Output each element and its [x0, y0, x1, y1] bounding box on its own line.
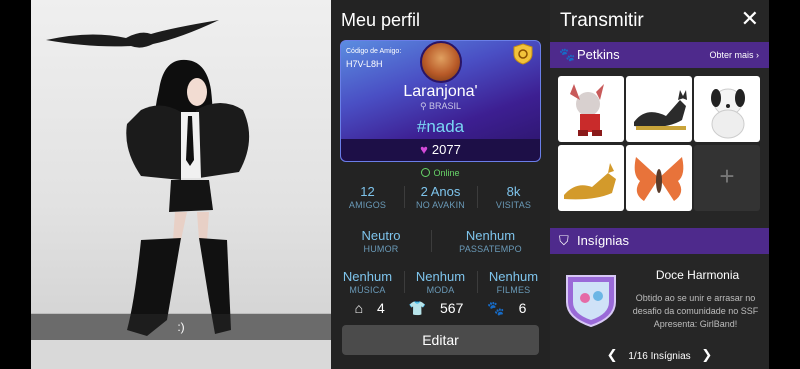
profile-card: Código de Amigo: H7V-L8H Laranjona' ⚲ BR…: [340, 40, 541, 162]
badge-description: Obtido ao se unir e arrasar no desafio d…: [632, 293, 759, 329]
bat-petkin-icon: [570, 84, 604, 136]
likes-count: 2077: [431, 142, 461, 157]
status-text: Online: [433, 168, 460, 178]
home-count-value: 4: [376, 300, 385, 316]
stat-hobby: Nenhum PASSATEMPO: [431, 228, 550, 254]
avatar[interactable]: [420, 41, 462, 83]
outfit-count-value: 567: [440, 300, 464, 316]
house-icon: ⌂: [354, 300, 364, 316]
stat-value: 12: [360, 184, 375, 199]
get-more-link[interactable]: Obter mais ›: [709, 42, 759, 68]
stat-label: VISITAS: [495, 200, 532, 210]
stat-label: NO AVAKIN: [416, 200, 465, 210]
bottom-strip: [31, 340, 331, 369]
add-petkin-slot[interactable]: +: [694, 145, 760, 211]
shield-icon: ⛉: [559, 233, 569, 248]
shirt-icon: 👕: [408, 300, 427, 316]
pager-text: 1/16 Insígnias: [628, 351, 691, 362]
stat-value: Nenhum: [342, 269, 393, 284]
petkins-header: 🐾 Petkins Obter mais ›: [550, 42, 769, 68]
stat-value: Nenhum: [465, 228, 516, 243]
chevron-right-icon: ›: [756, 50, 759, 60]
transmit-title: Transmitir: [560, 10, 644, 31]
petkin-slot[interactable]: [694, 76, 760, 142]
profile-panel: Meu perfil Código de Amigo: H7V-L8H Lara…: [331, 0, 550, 369]
stat-value: 8k: [506, 184, 521, 199]
get-more-label: Obter mais: [709, 50, 754, 60]
stat-movies: Nenhum FILMES: [477, 269, 550, 295]
insignias-label: Insígnias: [577, 233, 630, 248]
shield-badge-icon[interactable]: [512, 43, 534, 65]
stat-visits: 8k VISITAS: [477, 184, 550, 210]
stat-music: Nenhum MÚSICA: [331, 269, 404, 295]
black-cat-petkin-icon: [634, 90, 687, 130]
stat-label: HUMOR: [363, 244, 399, 254]
petkin-slot[interactable]: [558, 76, 624, 142]
stat-label: PASSATEMPO: [459, 244, 522, 254]
friend-code[interactable]: H7V-L8H: [346, 59, 383, 69]
hashtag: #nada: [416, 117, 465, 136]
paw-icon: 🐾: [559, 47, 576, 62]
counts-row: ⌂ 4 👕 567 🐾 6: [331, 300, 550, 317]
petkin-slot[interactable]: [626, 76, 692, 142]
home-count[interactable]: ⌂ 4: [350, 300, 390, 316]
gold-cat-petkin-icon: [564, 163, 616, 200]
stat-value: Nenhum: [415, 269, 466, 284]
paw-icon: 🐾: [487, 300, 505, 316]
stat-friends[interactable]: 12 AMIGOS: [331, 184, 404, 210]
pet-count[interactable]: 🐾 6: [482, 300, 531, 316]
petkin-slot[interactable]: [626, 145, 692, 211]
badge-medal-icon[interactable]: [561, 268, 621, 328]
petkins-label: Petkins: [577, 47, 620, 62]
stat-mood: Neutro HUMOR: [331, 228, 431, 254]
chevron-left-icon[interactable]: ❮: [607, 347, 618, 362]
stat-value: Nenhum: [488, 269, 539, 284]
profile-title: Meu perfil: [341, 10, 421, 30]
transmit-panel: Transmitir ✕ 🐾 Petkins Obter mais › + ⛉ …: [550, 0, 769, 369]
stat-years: 2 Anos NO AVAKIN: [404, 184, 477, 210]
avatar-viewport[interactable]: :): [31, 0, 331, 369]
petkin-slot[interactable]: [558, 145, 624, 211]
pet-count-value: 6: [518, 300, 527, 316]
close-icon[interactable]: ✕: [741, 6, 759, 32]
country-label: ⚲ BRASIL: [341, 101, 540, 112]
plus-icon: +: [719, 161, 735, 191]
chevron-right-icon[interactable]: ❯: [701, 347, 712, 362]
stat-label: FILMES: [496, 285, 531, 295]
badge-title: Doce Harmonia: [655, 268, 740, 282]
country: BRASIL: [429, 101, 462, 111]
likes-bar: ♥ 2077: [341, 139, 540, 161]
stat-label: AMIGOS: [348, 200, 387, 210]
heart-icon: ♥: [420, 142, 428, 157]
app-screen: :) Meu perfil Código de Amigo: H7V-L8H L…: [0, 0, 800, 369]
stat-fashion: Nenhum MODA: [404, 269, 477, 295]
username: Laranjona': [403, 83, 478, 100]
insignias-header: ⛉ Insígnias: [550, 228, 769, 254]
stat-value: Neutro: [361, 228, 401, 243]
badge-pager: ❮ 1/16 Insígnias ❯: [550, 347, 769, 363]
friend-code-label: Código de Amigo:: [346, 48, 402, 55]
butterfly-petkin-icon: [634, 157, 684, 201]
status-dot-icon: [421, 168, 431, 177]
stat-value: 2 Anos: [420, 184, 461, 199]
location-pin-icon: ⚲: [419, 101, 430, 111]
edit-button[interactable]: Editar: [342, 325, 539, 355]
online-status: Online: [331, 168, 550, 178]
caption-bar: :): [31, 314, 331, 340]
stat-label: MÚSICA: [349, 285, 386, 295]
outfit-count[interactable]: 👕 567: [404, 300, 469, 316]
stat-label: MODA: [426, 285, 455, 295]
white-dog-petkin-icon: [711, 88, 745, 139]
